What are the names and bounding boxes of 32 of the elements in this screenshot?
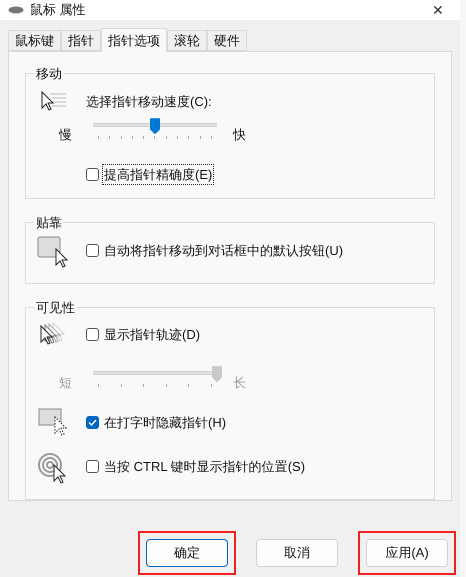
tab[interactable]: 滚轮 bbox=[167, 30, 207, 51]
slider-max-label: 快 bbox=[233, 126, 246, 144]
mouse-icon bbox=[8, 6, 24, 14]
checkbox[interactable] bbox=[86, 244, 99, 257]
group-title: 可见性 bbox=[35, 298, 76, 316]
checkbox-label: 提高指针精确度(E) bbox=[103, 164, 214, 184]
slider-min-label: 慢 bbox=[59, 126, 73, 144]
checkbox-label: 当按 CTRL 键时显示指针的位置(S) bbox=[103, 458, 306, 476]
checkbox[interactable] bbox=[86, 416, 99, 429]
window-title: 鼠标 属性 bbox=[30, 1, 86, 20]
slider-max-label: 长 bbox=[233, 374, 246, 392]
snap-to-button-icon bbox=[36, 234, 70, 268]
dialog-button[interactable]: 取消 bbox=[256, 539, 338, 567]
dialog-button[interactable]: 应用(A) bbox=[366, 539, 448, 567]
close-button[interactable]: ✕ bbox=[424, 0, 452, 20]
tab[interactable]: 指针选项 bbox=[101, 28, 167, 52]
group-title: 贴靠 bbox=[35, 214, 63, 232]
hide-pointer-icon bbox=[36, 406, 70, 436]
group-title: 移动 bbox=[35, 65, 63, 83]
checkbox[interactable] bbox=[86, 328, 99, 342]
checkbox-label: 显示指针轨迹(D) bbox=[103, 326, 202, 344]
checkbox-label: 在打字时隐藏指针(H) bbox=[103, 414, 228, 432]
tab[interactable]: 鼠标键 bbox=[8, 30, 61, 51]
slider-min-label: 短 bbox=[59, 374, 73, 392]
checkbox[interactable] bbox=[86, 168, 99, 181]
slider-thumb[interactable] bbox=[150, 118, 160, 134]
tab[interactable]: 指针 bbox=[61, 30, 101, 51]
checkbox-label: 自动将指针移动到对话框中的默认按钮(U) bbox=[103, 242, 344, 260]
slider-label: 选择指针移动速度(C): bbox=[86, 92, 213, 111]
checkbox[interactable] bbox=[86, 460, 99, 473]
dialog-button[interactable]: 确定 bbox=[146, 539, 228, 567]
tab[interactable]: 硬件 bbox=[207, 30, 247, 51]
